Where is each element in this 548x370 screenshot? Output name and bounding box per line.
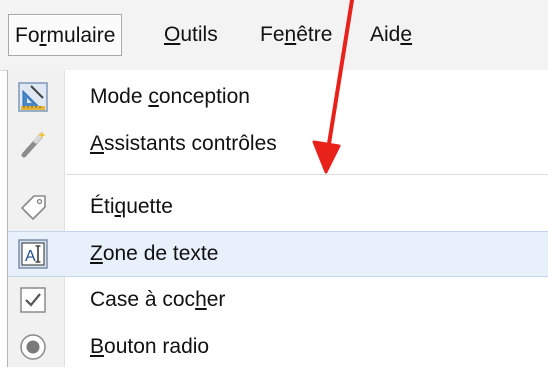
menu-fenetre-mnemonic: n [284,23,297,46]
menu-outils[interactable]: Outils [158,14,224,56]
svg-text:A: A [25,248,36,265]
label-pre: Mode [90,85,149,108]
menu-formulaire-mnemonic: r [39,24,47,47]
label-post: ssistants contrôles [104,132,277,155]
label-post: uette [126,195,173,218]
menu-bar: Formulaire Outils Fenêtre Aide [0,0,548,71]
label-mnemonic: c [148,85,159,108]
checkbox-icon [18,285,48,315]
menu-item-label: Zone de texte [90,232,218,276]
label-mnemonic: B [90,335,105,358]
menu-formulaire-pre: Fo [15,24,40,47]
menu-item-label: Assistants contrôles [90,121,277,167]
label-post: one de texte [102,242,219,265]
menu-aide[interactable]: Aide [364,14,418,56]
text-box-icon: A [18,239,48,269]
label-mnemonic: Z [90,242,103,265]
label-mnemonic: h [195,288,207,311]
menu-formulaire-post: mulaire [46,24,116,47]
menu-item-etiquette[interactable]: Étiquette [8,184,548,230]
menu-fenetre[interactable]: Fenêtre [254,14,338,56]
label-post: outon radio [104,335,210,358]
wizard-wand-icon [18,129,48,159]
menu-item-label: Bouton radio [90,324,209,370]
label-pre: Case à coc [90,288,196,311]
label-mnemonic: q [114,195,127,218]
menu-item-bouton-radio[interactable]: Bouton radio [8,324,548,370]
label-pre: Éti [90,195,115,218]
label-post: onception [158,85,250,108]
label-post: er [206,288,226,311]
menu-item-label: Étiquette [90,184,173,230]
menu-item-assistants-controles[interactable]: Assistants contrôles [8,121,548,167]
menu-item-case-a-cocher[interactable]: Case à cocher [8,277,548,323]
label-mnemonic: A [90,132,105,155]
menu-item-mode-conception[interactable]: Mode conception [8,74,548,120]
menu-fenetre-post: être [296,23,333,46]
menu-formulaire[interactable]: Formulaire [8,14,123,56]
menu-outils-post: utils [180,23,218,46]
menu-item-label: Case à cocher [90,277,225,323]
menu-aide-pre: Aid [370,23,401,46]
menu-separator [66,174,548,175]
menu-fenetre-pre: Fe [260,23,285,46]
menu-item-label: Mode conception [90,74,250,120]
menu-outils-mnemonic: O [164,23,181,46]
menu-aide-mnemonic: e [400,23,413,46]
radio-button-icon [18,332,48,362]
design-mode-icon [18,82,48,112]
menu-item-zone-de-texte[interactable]: A Zone de texte [8,231,548,277]
label-tag-icon [18,192,48,222]
